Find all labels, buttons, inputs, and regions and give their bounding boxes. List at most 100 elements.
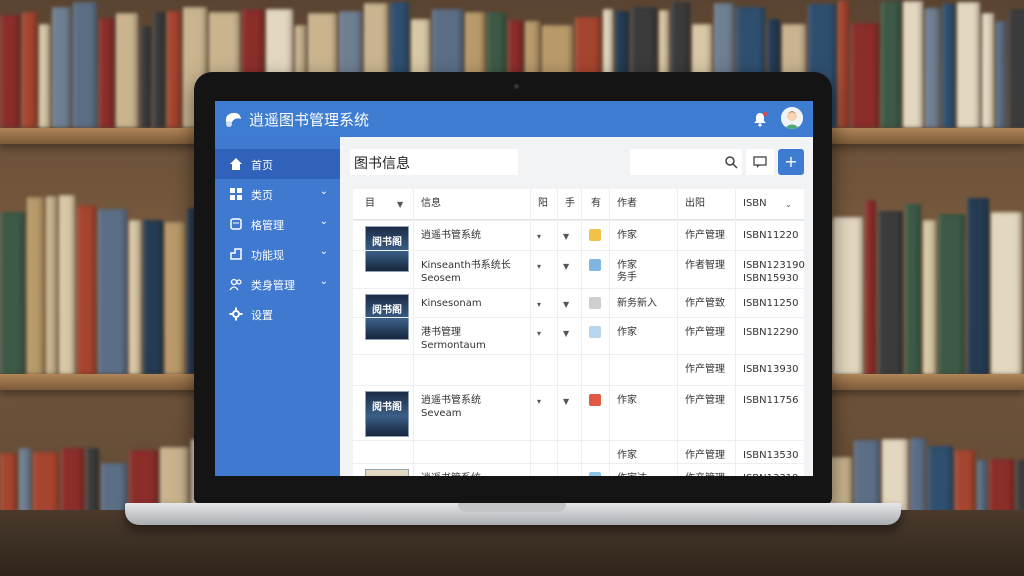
book-info-text: 港书管理	[421, 327, 461, 338]
add-book-button[interactable]: +	[778, 149, 804, 175]
table-header[interactable]: 目	[365, 189, 375, 219]
home-icon	[230, 158, 242, 170]
book-author: 作家 务手	[617, 260, 637, 283]
background-book	[59, 195, 75, 375]
background-book	[77, 205, 96, 375]
sidebar-item-categories[interactable]: 类页 ⌄	[215, 179, 340, 209]
book-status-icon[interactable]	[589, 472, 601, 476]
table-header[interactable]: 信息	[421, 189, 441, 219]
table-header[interactable]: ISBN	[743, 189, 767, 219]
chevron-down-icon: ⌄	[319, 276, 328, 287]
book-status-icon[interactable]	[589, 259, 601, 271]
sidebar-item-label: 类页	[251, 189, 273, 202]
row-dropdown-icon[interactable]: ▼	[563, 232, 569, 241]
book-cover-title: 阅书阁	[372, 305, 402, 316]
book-isbn: ISBN13319	[743, 473, 798, 476]
book-isbn: ISBN12290	[743, 327, 799, 338]
top-bar: 逍遥图书管理系统	[215, 101, 813, 137]
sidebar-item-label: 首页	[251, 159, 273, 172]
table-header[interactable]: 作者	[617, 189, 637, 219]
column-divider	[581, 189, 582, 476]
page-title: 图书信息	[354, 156, 410, 172]
grid-icon	[230, 188, 242, 200]
book-author: 作家	[617, 327, 637, 338]
laptop-notch	[458, 503, 566, 512]
book-isbn: ISBN13530	[743, 450, 799, 461]
column-divider	[609, 189, 610, 476]
background-book	[86, 448, 99, 518]
background-book	[0, 212, 25, 375]
notification-bell-icon[interactable]	[752, 111, 768, 127]
book-status-icon[interactable]	[589, 326, 601, 338]
background-book	[61, 448, 84, 518]
sidebar-item-users[interactable]: 类身管理 ⌄	[215, 269, 340, 299]
row-dropdown-icon[interactable]: ▼	[563, 300, 569, 309]
row-expand-caret-icon[interactable]: ▾	[537, 300, 541, 309]
message-button[interactable]	[746, 149, 774, 175]
row-divider	[353, 288, 804, 289]
sidebar: 首页 类页 ⌄ 格管理 ⌄ 功能现 ⌄ 类身管理 ⌄ 设置	[215, 137, 340, 476]
table-header[interactable]: 有	[591, 189, 601, 219]
background-book	[129, 220, 141, 375]
background-book	[967, 198, 989, 375]
book-status-icon[interactable]	[589, 297, 601, 309]
table-header[interactable]: 阳	[538, 189, 548, 219]
background-book	[925, 8, 940, 128]
row-dropdown-icon[interactable]: ▼	[563, 475, 569, 476]
book-author: 新务新入	[617, 298, 657, 309]
book-info-text: 逍遥书管系统	[421, 230, 481, 241]
sidebar-item-functions[interactable]: 功能现 ⌄	[215, 239, 340, 269]
row-expand-caret-icon[interactable]: ▾	[537, 262, 541, 271]
row-divider	[353, 385, 804, 386]
book-cover-image[interactable]: 阅书阁	[365, 391, 409, 437]
book-cover-title: 阅书阁	[372, 237, 402, 248]
background-book	[878, 211, 903, 375]
sidebar-item-settings[interactable]: 设置	[215, 299, 340, 329]
row-dropdown-icon[interactable]: ▼	[563, 329, 569, 338]
book-isbn: ISBN13930	[743, 364, 799, 375]
app-screen: 逍遥图书管理系统 首页 类页 ⌄ 格管理 ⌄ 功能现 ⌄ 类身管理 ⌄ 设置 图…	[215, 101, 813, 476]
background-book	[46, 196, 57, 375]
book-cover-image[interactable]: 阅书阁	[365, 469, 409, 476]
book-publisher: 作产管理	[685, 230, 725, 241]
book-cover-title: 阅书阁	[372, 402, 402, 413]
row-expand-caret-icon[interactable]: ▾	[537, 232, 541, 241]
book-author: 作家	[617, 395, 637, 406]
book-publisher: 作产管理	[685, 364, 725, 375]
user-avatar[interactable]	[781, 107, 803, 129]
book-info-text: 逍遥书管系统	[421, 473, 481, 476]
book-info-text: Seveam	[421, 408, 462, 419]
book-status-icon[interactable]	[589, 229, 601, 241]
sidebar-item-book-management[interactable]: 格管理 ⌄	[215, 209, 340, 239]
table-header[interactable]: 出阳	[685, 189, 705, 219]
search-icon[interactable]	[724, 155, 738, 169]
background-book	[838, 0, 849, 128]
background-book	[140, 26, 151, 128]
page-title-box: 图书信息	[350, 149, 518, 175]
row-expand-caret-icon[interactable]: ▾	[537, 329, 541, 338]
search-input[interactable]	[630, 149, 742, 175]
column-divider	[557, 189, 558, 476]
row-dropdown-icon[interactable]: ▼	[563, 262, 569, 271]
table-header[interactable]: 手	[565, 189, 575, 219]
gear-icon	[229, 307, 243, 321]
row-dropdown-icon[interactable]: ▼	[563, 397, 569, 406]
row-expand-caret-icon[interactable]: ▾	[537, 475, 541, 476]
row-expand-caret-icon[interactable]: ▾	[537, 397, 541, 406]
book-table: 目 ▼ 信息 阳 手 有 作者 出阳 ISBN ⌄ 阅书阁 逍遥书管系统 ▾ ▼ 作家作…	[353, 189, 805, 476]
row-divider	[353, 463, 804, 464]
book-isbn: ISBN11250	[743, 298, 799, 309]
sort-caret-icon[interactable]: ⌄	[785, 200, 792, 209]
row-divider	[353, 250, 804, 251]
book-publisher: 作产管理	[685, 327, 725, 338]
background-book	[910, 438, 926, 518]
column-divider	[735, 189, 736, 476]
column-divider	[413, 189, 414, 476]
app-logo-icon	[225, 112, 241, 127]
book-cover-image[interactable]: 阅书阁	[365, 226, 409, 272]
book-status-icon[interactable]	[589, 394, 601, 406]
book-publisher: 作产管理	[685, 473, 725, 476]
row-divider	[353, 354, 804, 355]
sidebar-item-home[interactable]: 首页	[215, 149, 340, 179]
sort-caret-icon[interactable]: ▼	[397, 200, 403, 209]
